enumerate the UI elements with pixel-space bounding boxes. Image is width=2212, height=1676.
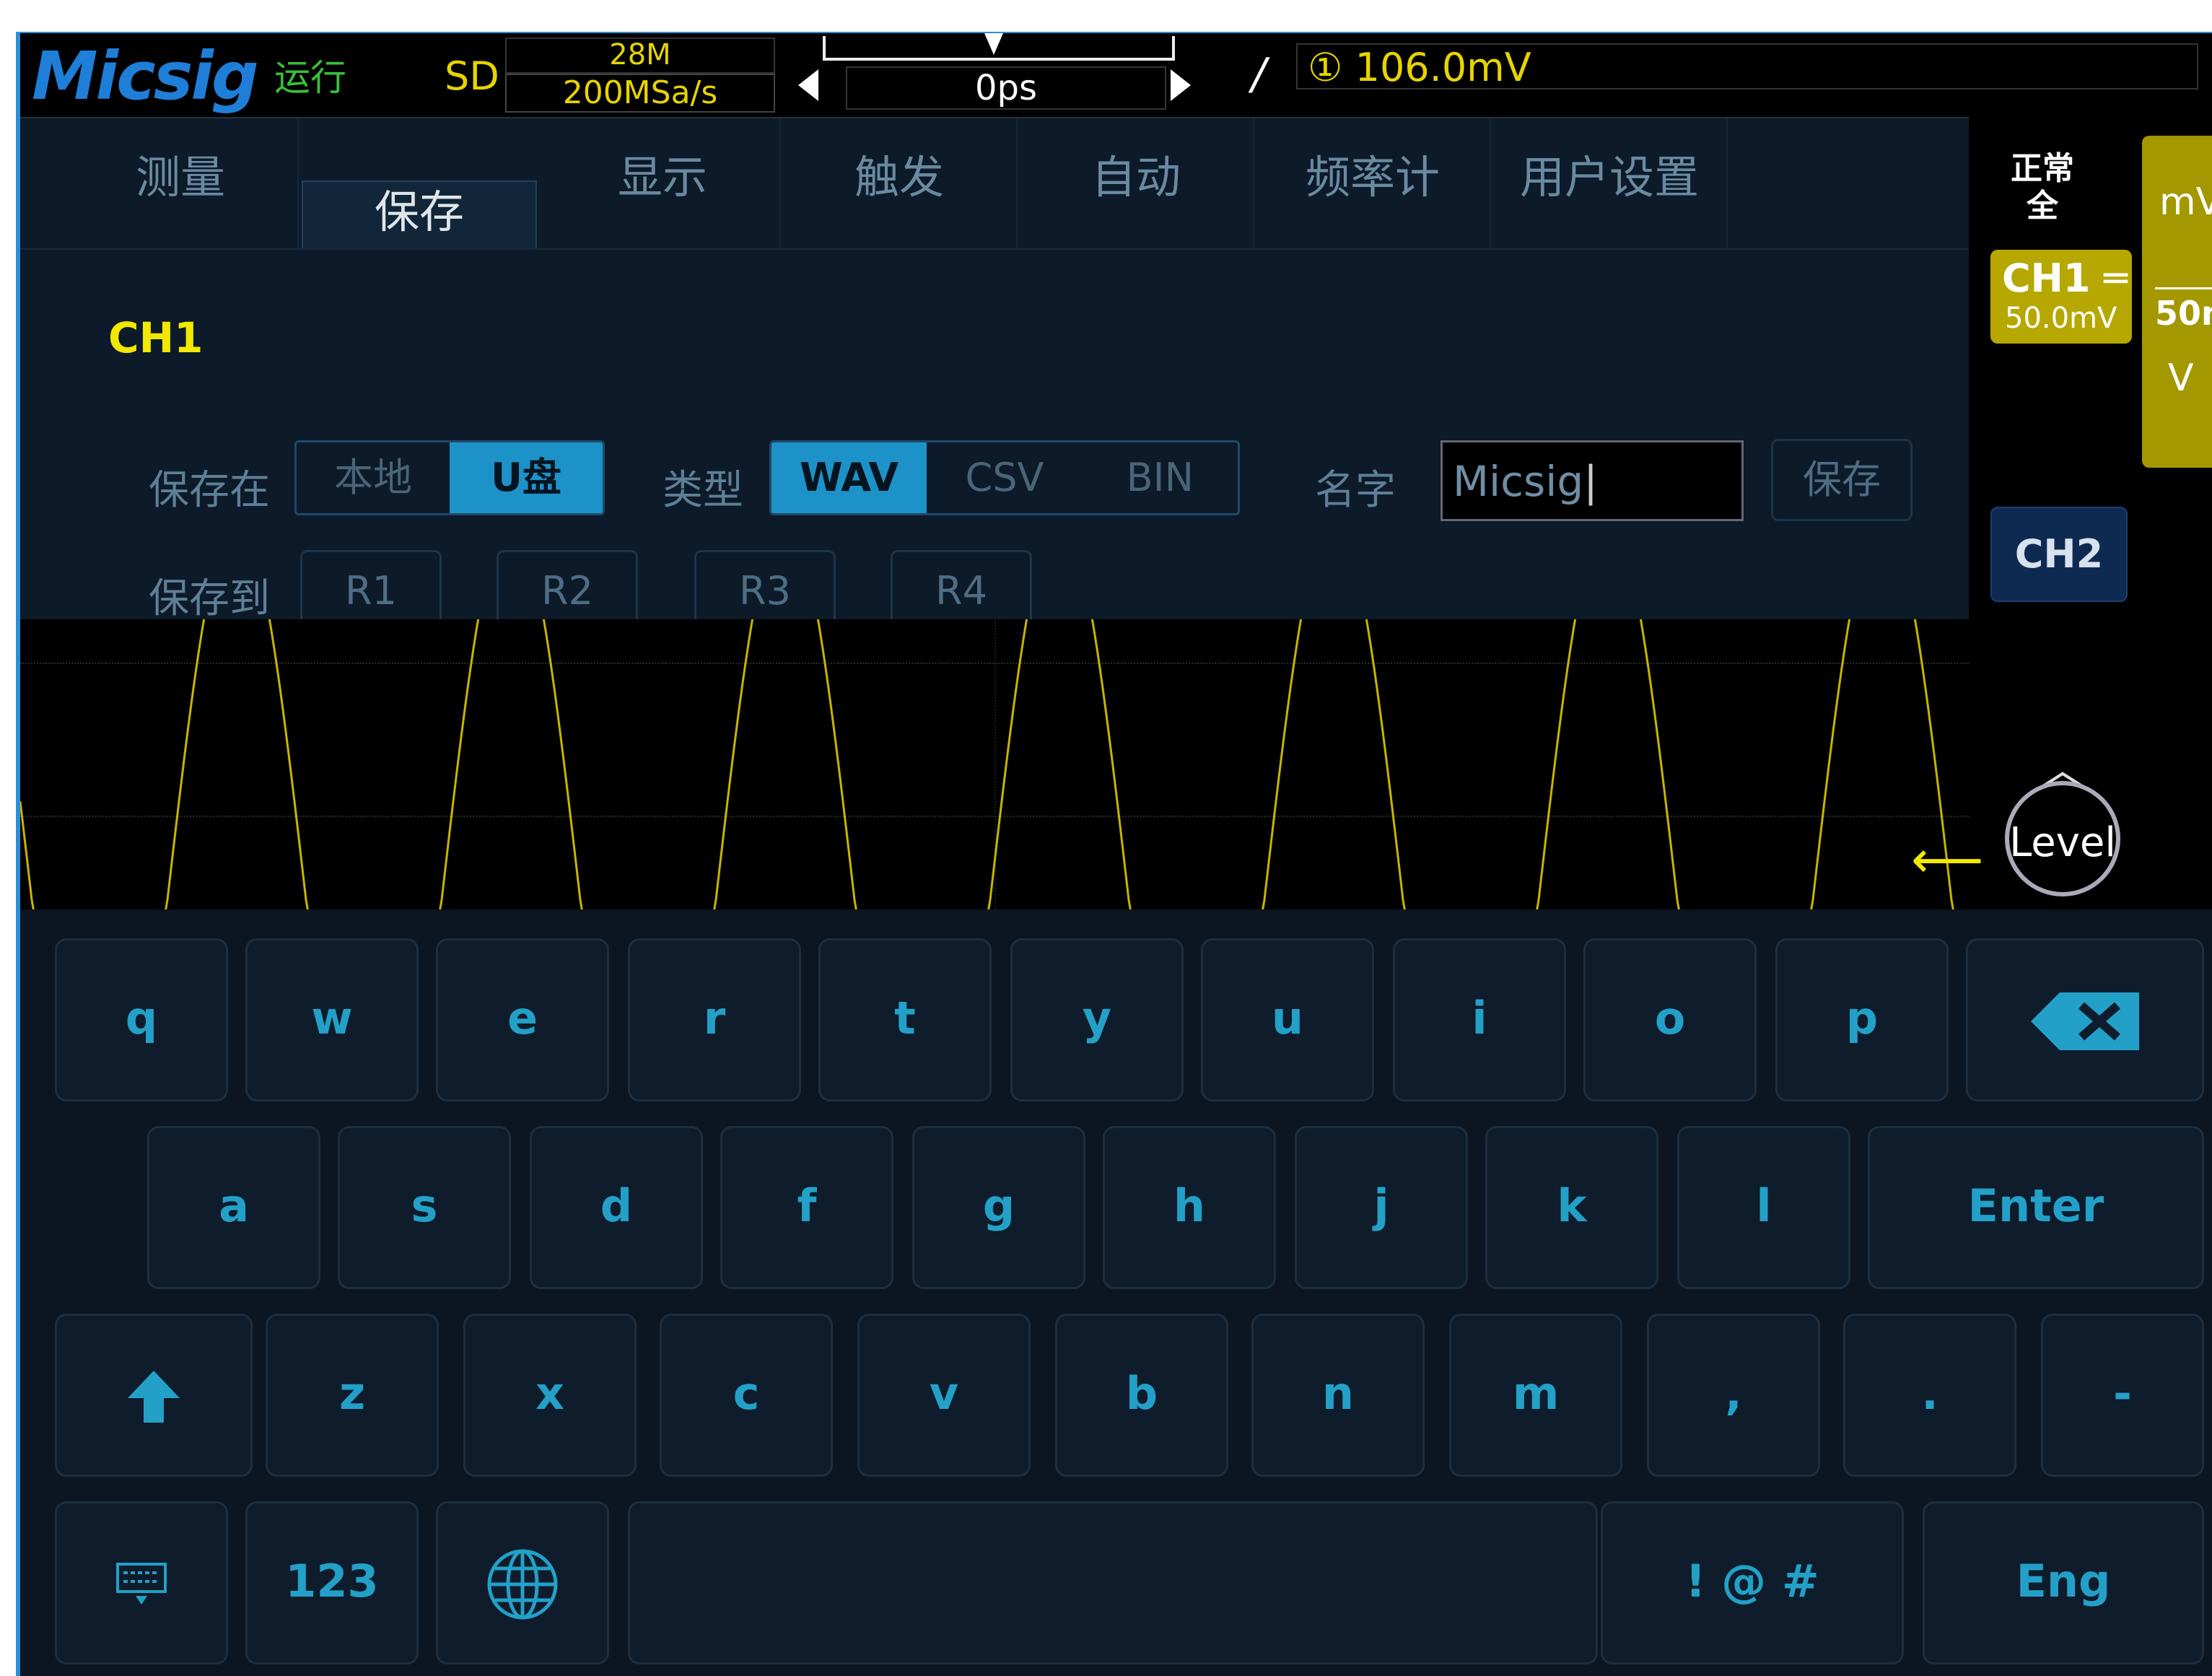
file-name-value: Micsig (1453, 457, 1584, 506)
tab-frequency-counter[interactable]: 频率计 (1256, 118, 1491, 248)
key-v[interactable]: v (857, 1314, 1031, 1477)
key-l[interactable]: l (1677, 1126, 1850, 1289)
language-switch-key[interactable] (436, 1501, 609, 1664)
sample-rate[interactable]: 200MSa/s (505, 74, 775, 113)
save-in-selector: 本地 U盘 (294, 440, 605, 515)
key-h[interactable]: h (1103, 1126, 1276, 1289)
tab-save[interactable]: 保存 (302, 180, 537, 248)
key-s[interactable]: s (338, 1126, 511, 1289)
globe-icon (487, 1549, 558, 1620)
key-q[interactable]: q (55, 938, 228, 1101)
tab-display[interactable]: 显示 (546, 118, 781, 248)
key-p[interactable]: p (1775, 938, 1949, 1101)
numbers-key[interactable]: 123 (245, 1501, 419, 1664)
run-state-indicator[interactable]: 运行 (274, 49, 346, 101)
trigger-level-arrow-icon[interactable]: ⟵ (1911, 830, 1983, 889)
symbols-key[interactable]: ! @ # (1601, 1501, 1904, 1664)
tab-auto[interactable]: 自动 (1019, 118, 1254, 248)
key-u[interactable]: u (1201, 938, 1374, 1101)
eng-key[interactable]: Eng (1923, 1501, 2204, 1664)
acquisition-range-label: 全 (2027, 188, 2058, 224)
type-label: 类型 (663, 467, 743, 514)
key-m[interactable]: m (1449, 1314, 1622, 1477)
ch1-button[interactable]: CH1 ═ 50.0mV (1990, 250, 2132, 344)
key-w[interactable]: w (245, 938, 419, 1101)
save-button[interactable]: 保存 (1771, 439, 1912, 521)
time-offset[interactable]: 0ps (846, 66, 1166, 110)
text-cursor: | (1583, 457, 1598, 506)
keyboard-hide-key[interactable] (55, 1501, 228, 1664)
tab-user-settings[interactable]: 用户设置 (1492, 118, 1728, 248)
save-in-usb-option[interactable]: U盘 (450, 442, 603, 513)
backspace-icon (2031, 992, 2139, 1050)
key-y[interactable]: y (1010, 938, 1184, 1101)
key-t[interactable]: t (818, 938, 992, 1101)
type-csv-option[interactable]: CSV (927, 442, 1082, 513)
menu-tabs: 测量 保存 显示 触发 自动 频率计 用户设置 (20, 118, 1969, 250)
rising-edge-icon: / (1251, 49, 1267, 100)
key-g[interactable]: g (912, 1126, 1085, 1289)
key-d[interactable]: d (530, 1126, 703, 1289)
tab-measure[interactable]: 测量 (64, 118, 299, 248)
timebase-right-arrow-icon[interactable] (1171, 69, 1191, 101)
save-menu-panel: 测量 保存 显示 触发 自动 频率计 用户设置 CH1 保存在 本地 U盘 类型… (20, 117, 1969, 632)
enter-key[interactable]: Enter (1868, 1126, 2204, 1289)
space-key[interactable] (628, 1501, 1598, 1664)
waveform-display[interactable] (20, 619, 1969, 909)
key-backspace[interactable] (1966, 938, 2204, 1101)
scale-unit-top: mV (2159, 180, 2212, 224)
memory-depth[interactable]: 28M (505, 38, 775, 74)
key-i[interactable]: i (1393, 938, 1566, 1101)
save-in-local-option[interactable]: 本地 (297, 442, 450, 513)
save-to-label: 保存到 (149, 575, 270, 622)
scale-value: 50m (2155, 287, 2212, 333)
type-bin-option[interactable]: BIN (1083, 442, 1238, 513)
key-f[interactable]: f (720, 1126, 893, 1289)
status-bar: Micsig 运行 SD 28M 200MSa/s 0ps / ① 106.0m… (20, 33, 2212, 115)
key-c[interactable]: c (660, 1314, 833, 1477)
key-a[interactable]: a (147, 1126, 320, 1289)
trigger-source: ① (1308, 45, 1343, 90)
level-knob[interactable]: Level (2005, 781, 2120, 896)
acquisition-mode[interactable]: SD (445, 53, 499, 99)
trigger-info[interactable]: ① 106.0mV (1296, 43, 2198, 90)
trigger-level: 106.0mV (1355, 45, 1531, 90)
key-period[interactable]: . (1843, 1314, 2016, 1477)
ch1-trace-path (20, 619, 1954, 909)
type-wav-option[interactable]: WAV (771, 442, 927, 513)
key-j[interactable]: j (1295, 1126, 1468, 1289)
ch1-trace (20, 619, 1954, 909)
key-x[interactable]: x (463, 1314, 637, 1477)
tab-trigger[interactable]: 触发 (782, 118, 1018, 248)
shift-icon (128, 1370, 180, 1423)
acquisition-status[interactable]: 正常 全 (2005, 150, 2080, 225)
key-hyphen[interactable]: - (2041, 1314, 2204, 1477)
right-side-panel: 正常 全 CH1 ═ 50.0mV mV 50m V CH2 ︿ Level ﹀ (1969, 117, 2212, 964)
ch2-button[interactable]: CH2 (1990, 507, 2128, 602)
shift-key[interactable] (55, 1314, 253, 1477)
on-screen-keyboard: q w e r t y u i o p a s d f g h j k l En… (20, 909, 2212, 1676)
vertical-scale-control[interactable]: mV 50m V (2142, 136, 2212, 468)
key-n[interactable]: n (1251, 1314, 1425, 1477)
key-k[interactable]: k (1485, 1126, 1658, 1289)
save-in-label: 保存在 (149, 467, 270, 514)
scale-unit-bottom: V (2168, 357, 2194, 400)
file-type-selector: WAV CSV BIN (769, 440, 1240, 515)
ch1-scale: 50.0mV (2005, 302, 2117, 335)
timebase-left-arrow-icon[interactable] (798, 69, 818, 101)
key-comma[interactable]: , (1647, 1314, 1820, 1477)
keyboard-icon (116, 1562, 167, 1605)
brand-logo: Micsig (32, 38, 259, 115)
acquisition-mode-label: 正常 (2011, 150, 2074, 187)
channel-title: CH1 (108, 313, 204, 362)
oscilloscope-screen: Micsig 运行 SD 28M 200MSa/s 0ps / ① 106.0m… (20, 33, 2212, 1676)
file-name-input[interactable]: Micsig| (1441, 440, 1744, 521)
key-r[interactable]: r (628, 938, 801, 1101)
ch1-label: CH1 ═ (2002, 256, 2128, 301)
key-o[interactable]: o (1583, 938, 1757, 1101)
key-e[interactable]: e (436, 938, 609, 1101)
key-b[interactable]: b (1055, 1314, 1228, 1477)
name-label: 名字 (1315, 467, 1396, 514)
key-z[interactable]: z (266, 1314, 439, 1477)
